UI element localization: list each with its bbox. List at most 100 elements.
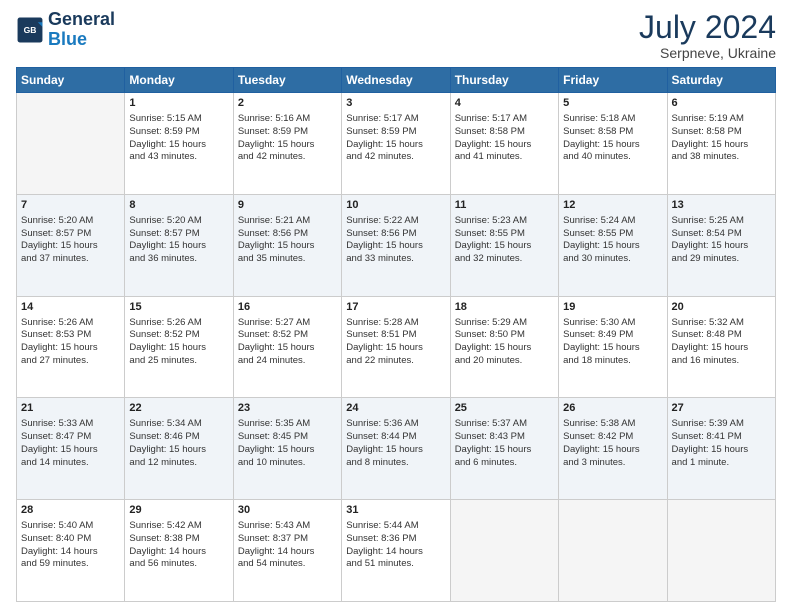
day-number: 24 bbox=[346, 401, 445, 416]
day-number: 16 bbox=[238, 300, 337, 315]
calendar-cell: 6 Sunrise: 5:19 AM Sunset: 8:58 PM Daylig… bbox=[667, 93, 775, 195]
calendar-cell: 30 Sunrise: 5:43 AM Sunset: 8:37 PM Dayli… bbox=[233, 500, 341, 602]
day-info: Sunrise: 5:33 AM Sunset: 8:47 PM Dayligh… bbox=[21, 418, 120, 469]
calendar-week-row: 7 Sunrise: 5:20 AM Sunset: 8:57 PM Daylig… bbox=[17, 194, 776, 296]
day-info: Sunrise: 5:20 AM Sunset: 8:57 PM Dayligh… bbox=[129, 215, 228, 266]
day-number: 7 bbox=[21, 198, 120, 213]
day-info: Sunrise: 5:40 AM Sunset: 8:40 PM Dayligh… bbox=[21, 520, 120, 571]
calendar-cell: 25 Sunrise: 5:37 AM Sunset: 8:43 PM Dayli… bbox=[450, 398, 558, 500]
day-number: 18 bbox=[455, 300, 554, 315]
day-info: Sunrise: 5:34 AM Sunset: 8:46 PM Dayligh… bbox=[129, 418, 228, 469]
calendar-cell: 27Sunrise: 5:39 AM Sunset: 8:41 PM Dayli… bbox=[667, 398, 775, 500]
day-number: 22 bbox=[129, 401, 228, 416]
calendar-cell: 12 Sunrise: 5:24 AM Sunset: 8:55 PM Dayli… bbox=[559, 194, 667, 296]
weekday-header: Friday bbox=[559, 68, 667, 93]
calendar-cell: 13Sunrise: 5:25 AM Sunset: 8:54 PM Dayli… bbox=[667, 194, 775, 296]
calendar-cell bbox=[450, 500, 558, 602]
calendar-cell: 15Sunrise: 5:26 AM Sunset: 8:52 PM Dayli… bbox=[125, 296, 233, 398]
day-info: Sunrise: 5:18 AM Sunset: 8:58 PM Dayligh… bbox=[563, 113, 662, 164]
logo-line1: General bbox=[48, 10, 115, 30]
day-number: 23 bbox=[238, 401, 337, 416]
calendar-cell: 4 Sunrise: 5:17 AM Sunset: 8:58 PM Daylig… bbox=[450, 93, 558, 195]
calendar-cell bbox=[559, 500, 667, 602]
calendar-cell: 8 Sunrise: 5:20 AM Sunset: 8:57 PM Daylig… bbox=[125, 194, 233, 296]
day-info: Sunrise: 5:28 AM Sunset: 8:51 PM Dayligh… bbox=[346, 317, 445, 368]
day-info: Sunrise: 5:32 AM Sunset: 8:48 PM Dayligh… bbox=[672, 317, 771, 368]
day-info: Sunrise: 5:23 AM Sunset: 8:55 PM Dayligh… bbox=[455, 215, 554, 266]
day-number: 3 bbox=[346, 96, 445, 111]
logo: GB General Blue bbox=[16, 10, 115, 50]
day-number: 11 bbox=[455, 198, 554, 213]
calendar-header-row: SundayMondayTuesdayWednesdayThursdayFrid… bbox=[17, 68, 776, 93]
day-number: 8 bbox=[129, 198, 228, 213]
calendar-cell: 3 Sunrise: 5:17 AM Sunset: 8:59 PM Daylig… bbox=[342, 93, 450, 195]
day-info: Sunrise: 5:43 AM Sunset: 8:37 PM Dayligh… bbox=[238, 520, 337, 571]
calendar-cell: 11 Sunrise: 5:23 AM Sunset: 8:55 PM Dayli… bbox=[450, 194, 558, 296]
day-info: Sunrise: 5:37 AM Sunset: 8:43 PM Dayligh… bbox=[455, 418, 554, 469]
weekday-header: Tuesday bbox=[233, 68, 341, 93]
day-number: 17 bbox=[346, 300, 445, 315]
day-number: 6 bbox=[672, 96, 771, 111]
day-number: 29 bbox=[129, 503, 228, 518]
calendar-cell: 26Sunrise: 5:38 AM Sunset: 8:42 PM Dayli… bbox=[559, 398, 667, 500]
page: GB General Blue July 2024 Serpneve, Ukra… bbox=[0, 0, 792, 612]
calendar-week-row: 1Sunrise: 5:15 AM Sunset: 8:59 PM Daylig… bbox=[17, 93, 776, 195]
logo-line2: Blue bbox=[48, 30, 115, 50]
day-info: Sunrise: 5:19 AM Sunset: 8:58 PM Dayligh… bbox=[672, 113, 771, 164]
day-info: Sunrise: 5:20 AM Sunset: 8:57 PM Dayligh… bbox=[21, 215, 120, 266]
calendar-table: SundayMondayTuesdayWednesdayThursdayFrid… bbox=[16, 67, 776, 602]
day-number: 20 bbox=[672, 300, 771, 315]
day-info: Sunrise: 5:22 AM Sunset: 8:56 PM Dayligh… bbox=[346, 215, 445, 266]
calendar-cell: 9Sunrise: 5:21 AM Sunset: 8:56 PM Daylig… bbox=[233, 194, 341, 296]
weekday-header: Sunday bbox=[17, 68, 125, 93]
weekday-header: Thursday bbox=[450, 68, 558, 93]
calendar-cell: 23 Sunrise: 5:35 AM Sunset: 8:45 PM Dayli… bbox=[233, 398, 341, 500]
day-number: 9 bbox=[238, 198, 337, 213]
logo-text: General Blue bbox=[48, 10, 115, 50]
calendar-cell: 17 Sunrise: 5:28 AM Sunset: 8:51 PM Dayli… bbox=[342, 296, 450, 398]
day-number: 31 bbox=[346, 503, 445, 518]
day-info: Sunrise: 5:29 AM Sunset: 8:50 PM Dayligh… bbox=[455, 317, 554, 368]
calendar-week-row: 14 Sunrise: 5:26 AM Sunset: 8:53 PM Dayli… bbox=[17, 296, 776, 398]
day-info: Sunrise: 5:35 AM Sunset: 8:45 PM Dayligh… bbox=[238, 418, 337, 469]
calendar-cell: 19 Sunrise: 5:30 AM Sunset: 8:49 PM Dayli… bbox=[559, 296, 667, 398]
calendar-cell: 21 Sunrise: 5:33 AM Sunset: 8:47 PM Dayli… bbox=[17, 398, 125, 500]
calendar-cell bbox=[17, 93, 125, 195]
day-info: Sunrise: 5:17 AM Sunset: 8:58 PM Dayligh… bbox=[455, 113, 554, 164]
day-number: 12 bbox=[563, 198, 662, 213]
day-info: Sunrise: 5:38 AM Sunset: 8:42 PM Dayligh… bbox=[563, 418, 662, 469]
day-number: 30 bbox=[238, 503, 337, 518]
day-number: 19 bbox=[563, 300, 662, 315]
calendar-cell: 22 Sunrise: 5:34 AM Sunset: 8:46 PM Dayli… bbox=[125, 398, 233, 500]
calendar-cell bbox=[667, 500, 775, 602]
day-info: Sunrise: 5:42 AM Sunset: 8:38 PM Dayligh… bbox=[129, 520, 228, 571]
calendar-cell: 28 Sunrise: 5:40 AM Sunset: 8:40 PM Dayli… bbox=[17, 500, 125, 602]
location: Serpneve, Ukraine bbox=[639, 45, 776, 61]
svg-text:GB: GB bbox=[24, 25, 37, 35]
day-info: Sunrise: 5:26 AM Sunset: 8:53 PM Dayligh… bbox=[21, 317, 120, 368]
title-block: July 2024 Serpneve, Ukraine bbox=[639, 10, 776, 61]
day-info: Sunrise: 5:17 AM Sunset: 8:59 PM Dayligh… bbox=[346, 113, 445, 164]
day-info: Sunrise: 5:36 AM Sunset: 8:44 PM Dayligh… bbox=[346, 418, 445, 469]
day-number: 2 bbox=[238, 96, 337, 111]
day-number: 25 bbox=[455, 401, 554, 416]
header: GB General Blue July 2024 Serpneve, Ukra… bbox=[16, 10, 776, 61]
day-number: 21 bbox=[21, 401, 120, 416]
day-info: Sunrise: 5:24 AM Sunset: 8:55 PM Dayligh… bbox=[563, 215, 662, 266]
day-number: 4 bbox=[455, 96, 554, 111]
day-number: 27 bbox=[672, 401, 771, 416]
calendar-cell: 18 Sunrise: 5:29 AM Sunset: 8:50 PM Dayli… bbox=[450, 296, 558, 398]
calendar-week-row: 21 Sunrise: 5:33 AM Sunset: 8:47 PM Dayli… bbox=[17, 398, 776, 500]
day-number: 14 bbox=[21, 300, 120, 315]
day-number: 15 bbox=[129, 300, 228, 315]
calendar-cell: 20 Sunrise: 5:32 AM Sunset: 8:48 PM Dayli… bbox=[667, 296, 775, 398]
day-info: Sunrise: 5:44 AM Sunset: 8:36 PM Dayligh… bbox=[346, 520, 445, 571]
day-number: 5 bbox=[563, 96, 662, 111]
weekday-header: Saturday bbox=[667, 68, 775, 93]
day-number: 28 bbox=[21, 503, 120, 518]
calendar-cell: 29 Sunrise: 5:42 AM Sunset: 8:38 PM Dayli… bbox=[125, 500, 233, 602]
logo-icon: GB bbox=[16, 16, 44, 44]
day-info: Sunrise: 5:30 AM Sunset: 8:49 PM Dayligh… bbox=[563, 317, 662, 368]
calendar-cell: 2Sunrise: 5:16 AM Sunset: 8:59 PM Daylig… bbox=[233, 93, 341, 195]
calendar-cell: 7 Sunrise: 5:20 AM Sunset: 8:57 PM Daylig… bbox=[17, 194, 125, 296]
